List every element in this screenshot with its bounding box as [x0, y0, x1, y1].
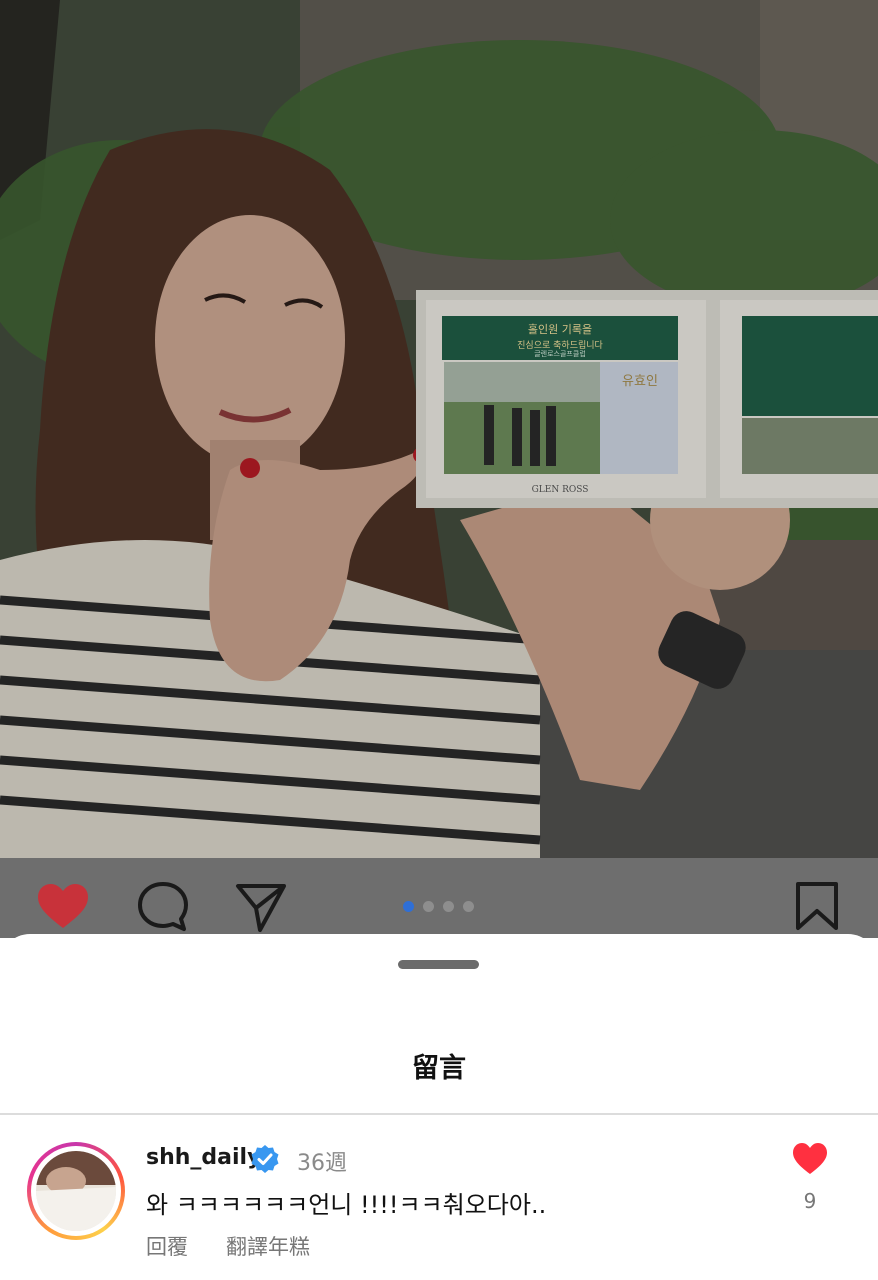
carousel-dot-active [403, 901, 414, 912]
instagram-post-screen: 홀인원 기록을 진심으로 축하드립니다 글렌로스골프클럽 유효인 GLEN RO… [0, 0, 878, 1280]
comment-like-count: 9 [803, 1189, 817, 1213]
comment-like-heart-icon[interactable] [792, 1142, 828, 1175]
carousel-indicator [403, 901, 474, 912]
post-action-bar [0, 858, 878, 938]
comment-timestamp: 36週 [297, 1151, 347, 1176]
post-photo[interactable]: 홀인원 기록을 진심으로 축하드립니다 글렌로스골프클럽 유효인 GLEN RO… [0, 0, 878, 858]
comment-item: shh_daily 36週 와 ㅋㅋㅋㅋㅋㅋ언니 !!!!ㅋㅋ춰오다아.. 回覆… [0, 1115, 878, 1280]
sheet-title: 留言 [412, 1053, 466, 1084]
comments-sheet: 留言 shh_daily 36週 와 ㅋㅋㅋㅋㅋㅋ언니 !!!!ㅋㅋ춰오다아..… [0, 934, 878, 1280]
carousel-dot [423, 901, 434, 912]
comment-bubble-icon[interactable] [136, 880, 190, 934]
translate-button[interactable]: 翻譯年糕 [226, 1231, 310, 1261]
bookmark-icon[interactable] [790, 880, 844, 934]
avatar-story-ring[interactable] [27, 1142, 125, 1240]
like-heart-icon[interactable] [36, 880, 90, 934]
post-photo-illustration: 홀인원 기록을 진심으로 축하드립니다 글렌로스골프클럽 유효인 GLEN RO… [0, 0, 878, 858]
carousel-dot [463, 901, 474, 912]
carousel-dot [443, 901, 454, 912]
comment-text: 와 ㅋㅋㅋㅋㅋㅋ언니 !!!!ㅋㅋ춰오다아.. [146, 1191, 547, 1219]
verified-badge-icon [251, 1145, 279, 1173]
comment-username[interactable]: shh_daily [146, 1145, 261, 1170]
sheet-drag-handle[interactable] [398, 960, 479, 969]
avatar [36, 1151, 116, 1231]
share-send-icon[interactable] [234, 880, 288, 934]
reply-button[interactable]: 回覆 [146, 1231, 188, 1261]
